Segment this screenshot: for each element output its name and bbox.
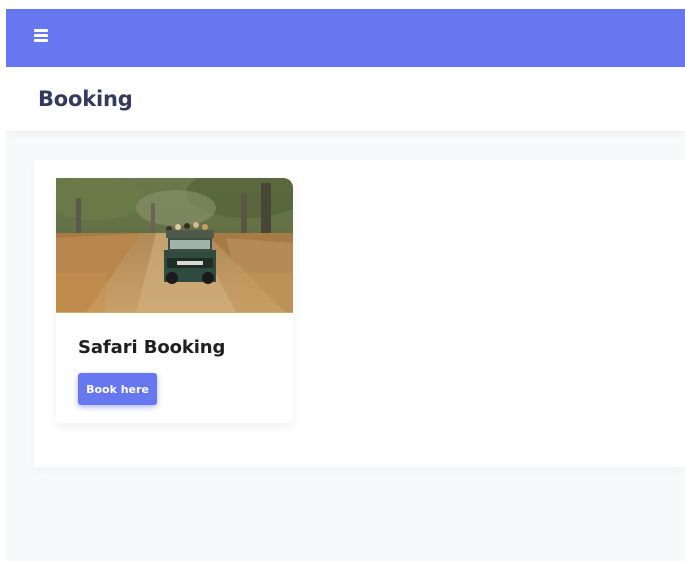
safari-jeep-photo [56, 178, 293, 313]
card-title: Safari Booking [78, 337, 226, 358]
page-title: Booking [38, 87, 133, 111]
book-here-button[interactable]: Book here [78, 373, 157, 405]
app-root: Booking Safari Booking Book here [6, 9, 685, 561]
page-header: Booking [6, 67, 685, 131]
content-section: Safari Booking Book here [34, 160, 685, 467]
top-navbar [6, 9, 685, 67]
hamburger-menu-icon[interactable] [34, 29, 48, 42]
booking-card: Safari Booking Book here [56, 178, 293, 423]
